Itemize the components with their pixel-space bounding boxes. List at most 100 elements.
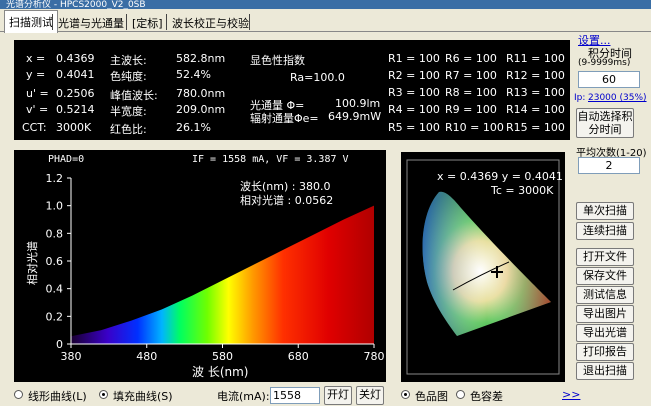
cri-r7: R7 = 100 [445,69,497,82]
cri-r10: R10 = 100 [445,121,504,134]
lamp-off-button[interactable]: 关灯 [356,386,384,405]
spectrum-area [71,205,374,344]
dominant-wavelength-value: 582.8nm [176,52,226,65]
dominant-wavelength-label: 主波长: [110,54,147,67]
peak-wavelength-label: 峰值波长: [110,89,158,102]
cri-r1: R1 = 100 [388,52,440,65]
color-tolerance-radio[interactable] [456,390,465,399]
cri-r12: R12 = 100 [506,69,565,82]
half-width-label: 半宽度: [110,105,147,118]
average-count-input[interactable]: 2 [578,157,640,174]
export-image-button[interactable]: 导出图片 [576,305,634,323]
integration-time-range: (9-9999ms) [578,58,631,68]
control-sidebar: 设置... 积分时间 (9-9999ms) 60 Ip: 23000 (35%)… [572,30,651,406]
cie-horseshoe-tint [422,191,551,336]
window-title: 光谱分析仪 - HPCS2000_V2_0SB [6,0,146,10]
auto-integration-line1: 自动选择积 [577,110,633,123]
tab-separator [52,14,53,30]
exit-scan-button[interactable]: 退出扫描 [576,362,634,380]
x-tick-label: 380 [61,350,82,363]
red-ratio-label: 红色比: [110,123,147,136]
purity-value: 52.4% [176,68,211,81]
export-spectrum-button[interactable]: 导出光谱 [576,324,634,342]
cri-r11: R11 = 100 [506,52,565,65]
color-tolerance-label: 色容差 [470,390,503,403]
phad-label: PHAD=0 [48,154,84,165]
spectrum-chart[interactable]: 0 0.2 0.4 0.6 0.8 1.0 1.2 380 480 580 680 780 PHAD… [14,150,386,382]
tab-separator [249,14,250,30]
tab-separator [166,14,167,30]
cct-label: CCT: [22,121,47,134]
cri-r15: R15 = 100 [506,121,565,134]
current-input[interactable]: 1558 [270,387,320,404]
more-link[interactable]: >> [562,388,580,401]
tab-strip: 扫描测试 光谱与光通量 [定标] 波长校正与校验 [0,10,651,33]
x-tick-label: 680 [288,350,309,363]
line-curve-radio[interactable] [14,390,23,399]
purity-label: 色纯度: [110,70,147,83]
integration-time-input[interactable]: 60 [578,71,640,88]
y-tick-label: 0.4 [46,283,64,296]
cursor-relative-readout: 相对光谱 : 0.0562 [240,193,333,207]
tab-scan-test[interactable]: 扫描测试 [4,10,58,33]
cri-r3: R3 = 100 [388,86,440,99]
test-info-button[interactable]: 测试信息 [576,286,634,304]
lamp-on-button[interactable]: 开灯 [324,386,352,405]
cri-r5: R5 = 100 [388,121,440,134]
cri-title: 显色性指数 [250,54,305,67]
y-tick-label: 0.2 [46,310,64,323]
continuous-scan-button[interactable]: 连续扫描 [576,222,634,240]
y-tick-label: 1.0 [46,200,64,213]
color-map-label: 色品图 [415,390,448,403]
peak-wavelength-value: 780.0nm [176,87,226,100]
x-tick-label: 480 [136,350,157,363]
cie-xy-readout: x = 0.4369 y = 0.4041 [437,170,563,183]
current-label: 电流(mA): [217,390,270,403]
y-label: y = [26,68,46,81]
cursor-wavelength-readout: 波长(nm) : 380.0 [240,180,330,193]
auto-integration-line2: 分时间 [588,123,622,136]
tab-wavelength-calibration[interactable]: 波长校正与校验 [168,12,253,32]
u-label: u' = [26,87,49,100]
y-tick-label: 1.2 [46,172,64,185]
cri-r8: R8 = 100 [445,86,497,99]
bottom-toolbar: 线形曲线(L) 填充曲线(S) 电流(mA): 1558 开灯 关灯 色品图 色… [0,384,651,406]
fill-curve-label: 填充曲线(S) [113,390,173,403]
tab-spectrum-flux[interactable]: 光谱与光通量 [54,12,128,32]
cri-r4: R4 = 100 [388,103,440,116]
save-file-button[interactable]: 保存文件 [576,267,634,285]
cct-value: 3000K [56,121,92,134]
cri-r13: R13 = 100 [506,86,565,99]
cri-r9: R9 = 100 [445,103,497,116]
ra-value: Ra=100.0 [290,71,345,84]
fill-curve-radio[interactable] [99,390,108,399]
cie-chromaticity-diagram[interactable]: x = 0.4369 y = 0.4041 Tc = 3000K [401,152,565,382]
red-ratio-value: 26.1% [176,121,211,134]
cie-svg: x = 0.4369 y = 0.4041 Tc = 3000K [406,159,563,375]
tab-calibration[interactable]: [定标] [128,12,167,32]
ip-value: 23000 (35%) [588,93,647,103]
tab-separator [126,14,127,30]
spectrum-svg: 00.20.40.60.81.01.2 380 480 580 680 780 PHAD… [25,154,385,379]
v-value: 0.5214 [56,103,95,116]
x-tick-label: 580 [212,350,233,363]
print-report-button[interactable]: 打印报告 [576,343,634,361]
y-axis-title: 相对光谱 [25,241,39,285]
v-label: v' = [26,103,49,116]
radiant-flux-label: 辐射通量Φe= [250,112,319,125]
single-scan-button[interactable]: 单次扫描 [576,202,634,220]
open-file-button[interactable]: 打开文件 [576,248,634,266]
cri-r6: R6 = 100 [445,52,497,65]
line-curve-label: 线形曲线(L) [28,390,87,403]
cri-r14: R14 = 100 [506,103,565,116]
y-tick-label: 0.8 [46,227,64,240]
auto-integration-button[interactable]: 自动选择积 分时间 [576,108,634,138]
measurement-summary-panel: x = 0.4369 y = 0.4041 u' = 0.2506 v' = 0… [14,40,570,140]
ip-label: Ip: [574,93,586,103]
color-map-radio[interactable] [401,390,410,399]
x-value: 0.4369 [56,52,95,65]
y-tick-label: 0.6 [46,255,64,268]
if-vf-label: IF = 1558 mA, VF = 3.387 V [192,154,349,165]
title-bar: 光谱分析仪 - HPCS2000_V2_0SB [0,0,651,10]
luminous-flux-value: 100.9lm [335,97,381,110]
